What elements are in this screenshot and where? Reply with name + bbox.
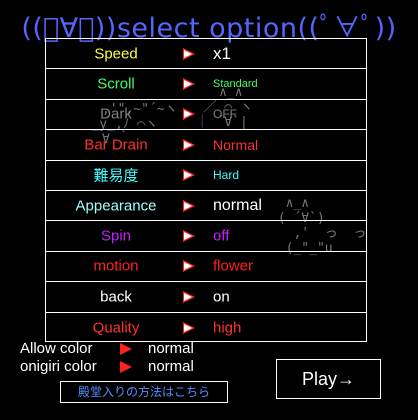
play-button[interactable]: Play→ [276, 359, 381, 399]
option-row[interactable]: motion flower [46, 252, 366, 283]
option-row[interactable]: back on [46, 282, 366, 313]
arrow-right-icon[interactable] [183, 169, 195, 182]
arrow-right-icon[interactable] [183, 260, 195, 273]
option-value: normal [213, 196, 262, 214]
arrow-right-icon[interactable] [183, 290, 195, 303]
option-row[interactable]: Appearance normal [46, 191, 366, 222]
option-row[interactable]: Spin off [46, 221, 366, 252]
option-value: on [213, 288, 230, 306]
option-label: motion [93, 257, 139, 275]
option-row[interactable]: Dark OFF [46, 100, 366, 131]
arrow-right-icon[interactable] [183, 230, 195, 243]
arrow-right-icon[interactable] [183, 108, 195, 121]
onigiri-color-row[interactable]: onigiri color normal [20, 358, 194, 375]
option-value: Hard [213, 168, 240, 183]
option-label: Quality [92, 319, 140, 337]
option-label: Appearance [75, 197, 157, 215]
hall-of-fame-link[interactable]: 殿堂入りの方法はこちら [60, 381, 228, 403]
allow-color-value: normal [148, 340, 194, 357]
option-label: Spin [100, 227, 132, 245]
option-row[interactable]: Quality high [46, 313, 366, 343]
onigiri-color-label: onigiri color [20, 358, 97, 375]
arrow-right-icon[interactable] [183, 78, 195, 91]
option-row[interactable]: Scroll Standard [46, 69, 366, 100]
arrow-right-icon[interactable] [183, 199, 195, 212]
arrow-right-icon[interactable] [183, 321, 195, 334]
option-row[interactable]: Speed x1 [46, 39, 366, 70]
option-label: Bar Drain [84, 136, 148, 154]
option-value: x1 [213, 43, 231, 63]
arrow-right-icon[interactable] [120, 360, 132, 373]
option-value: Standard [213, 78, 258, 91]
option-row[interactable]: 難易度 Hard [46, 161, 366, 191]
option-label: back [100, 288, 132, 306]
option-value: high [213, 319, 242, 337]
option-value: OFF [213, 107, 237, 122]
option-value: Normal [213, 136, 259, 153]
option-label: Scroll [97, 75, 135, 93]
arrow-right-icon[interactable] [120, 342, 132, 355]
option-value: off [213, 227, 230, 245]
allow-color-row[interactable]: Allow color normal [20, 340, 194, 357]
arrow-right-icon[interactable] [183, 47, 195, 60]
option-label: 難易度 [93, 167, 139, 185]
option-label: Dark [100, 105, 132, 123]
options-table: Speed x1 Scroll Standard Dark OFF Bar Drain Nor… [45, 38, 367, 342]
option-value: flower [213, 257, 254, 275]
arrow-right-icon[interactable] [183, 138, 195, 151]
option-row[interactable]: Bar Drain Normal [46, 130, 366, 161]
option-label: Speed [94, 45, 138, 63]
allow-color-label: Allow color [20, 340, 93, 357]
onigiri-color-value: normal [148, 358, 194, 375]
